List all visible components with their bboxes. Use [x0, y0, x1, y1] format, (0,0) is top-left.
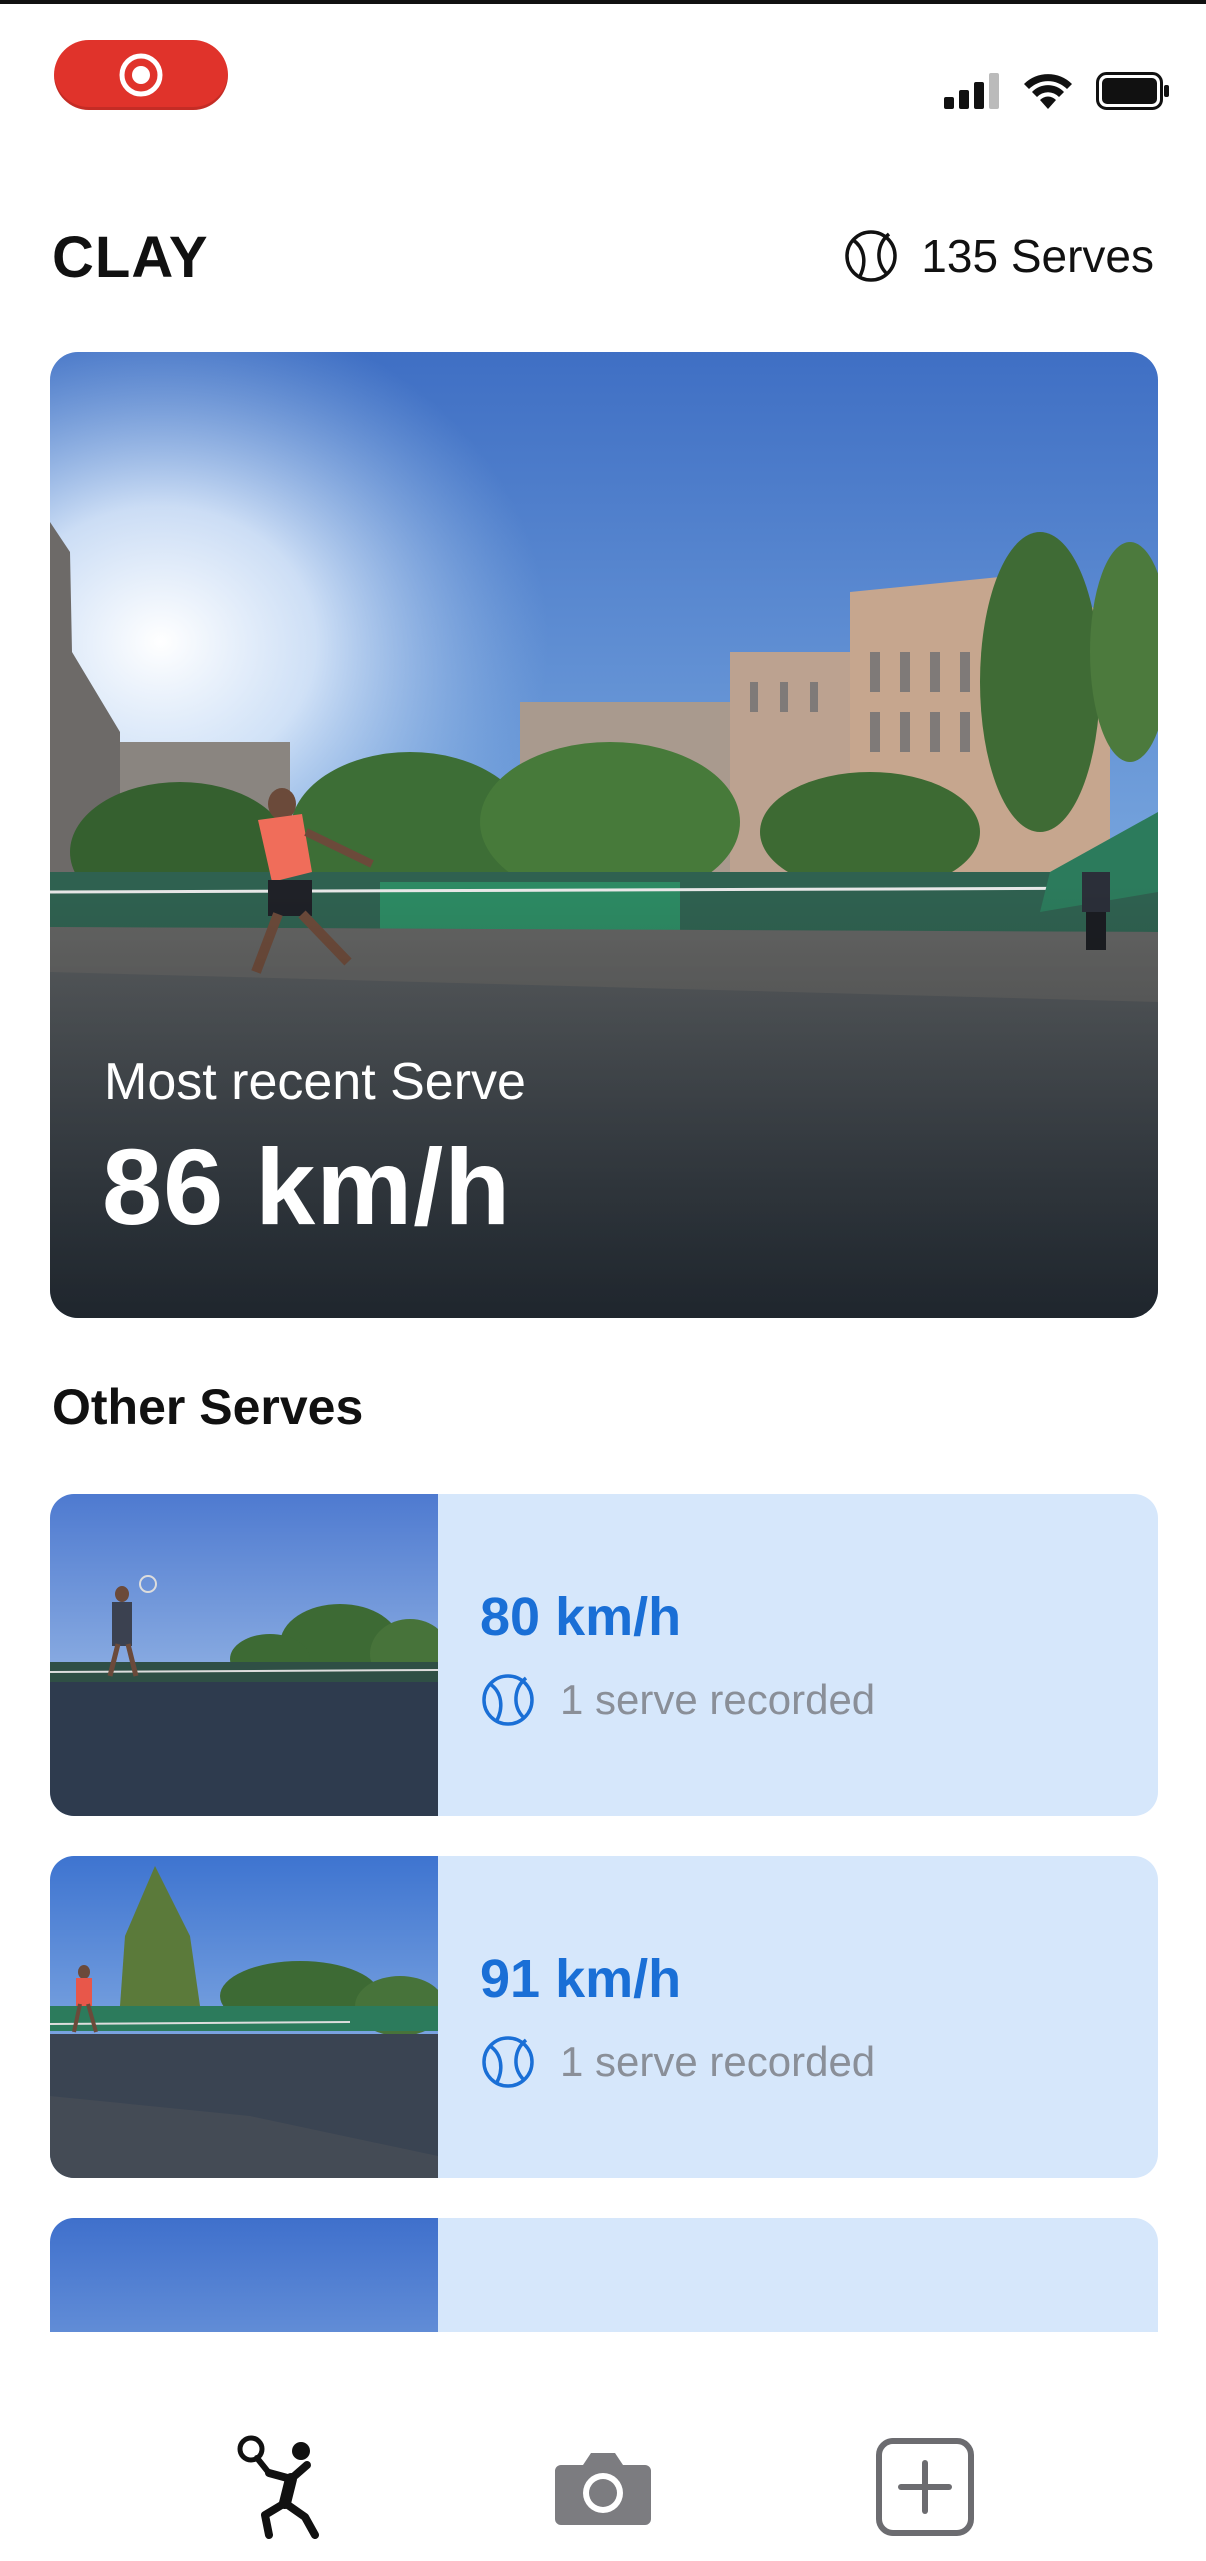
serve-recorded-label: 1 serve recorded — [560, 1676, 876, 1723]
section-title: Other Serves — [52, 1379, 364, 1435]
cellular-signal-icon — [944, 73, 999, 109]
list-item[interactable]: 80 km/h 1 serve recorded — [50, 1494, 1158, 1816]
status-icons — [944, 66, 1170, 116]
hero-speed-value: 86 km/h — [102, 1126, 512, 1247]
serve-thumbnail — [50, 1494, 438, 1816]
tab-add[interactable] — [870, 2432, 980, 2542]
tennis-ball-icon — [845, 230, 898, 282]
serve-speed: 91 km/h — [480, 1949, 682, 2009]
most-recent-serve-card[interactable]: Most recent Serve 86 km/h — [50, 352, 1158, 1318]
tennis-ball-icon — [482, 1674, 534, 1726]
serve-count[interactable]: 135 Serves — [843, 228, 1154, 284]
list-item[interactable] — [50, 2218, 1158, 2332]
hero-label: Most recent Serve — [104, 1053, 526, 1111]
serve-meta: 1 serve recorded — [480, 1672, 875, 1728]
serve-speed: 80 km/h — [480, 1587, 682, 1647]
page-title: CLAY — [52, 225, 209, 290]
tab-bar — [0, 2332, 1206, 2561]
record-icon — [119, 53, 163, 97]
list-item[interactable]: 91 km/h 1 serve recorded — [50, 1856, 1158, 2178]
tab-serves[interactable] — [228, 2432, 338, 2542]
tab-camera[interactable] — [548, 2432, 658, 2542]
serve-recorded-label: 1 serve recorded — [560, 2038, 876, 2085]
wifi-icon — [1024, 74, 1072, 109]
tennis-ball-icon — [482, 2036, 534, 2088]
serve-thumbnail — [50, 1856, 438, 2178]
serve-count-label: 135 Serves — [921, 230, 1154, 282]
top-border — [0, 0, 1206, 4]
camera-icon — [555, 2453, 651, 2525]
serve-thumbnail — [50, 2218, 438, 2332]
screen-recording-indicator[interactable] — [54, 40, 228, 110]
plus-square-icon — [876, 2438, 974, 2536]
battery-icon — [1096, 72, 1169, 110]
other-serves-list[interactable]: 80 km/h 1 serve recorded 91 km/h 1 serve… — [50, 1494, 1158, 2332]
serve-meta: 1 serve recorded — [480, 2034, 875, 2090]
tennis-player-icon — [237, 2435, 319, 2539]
